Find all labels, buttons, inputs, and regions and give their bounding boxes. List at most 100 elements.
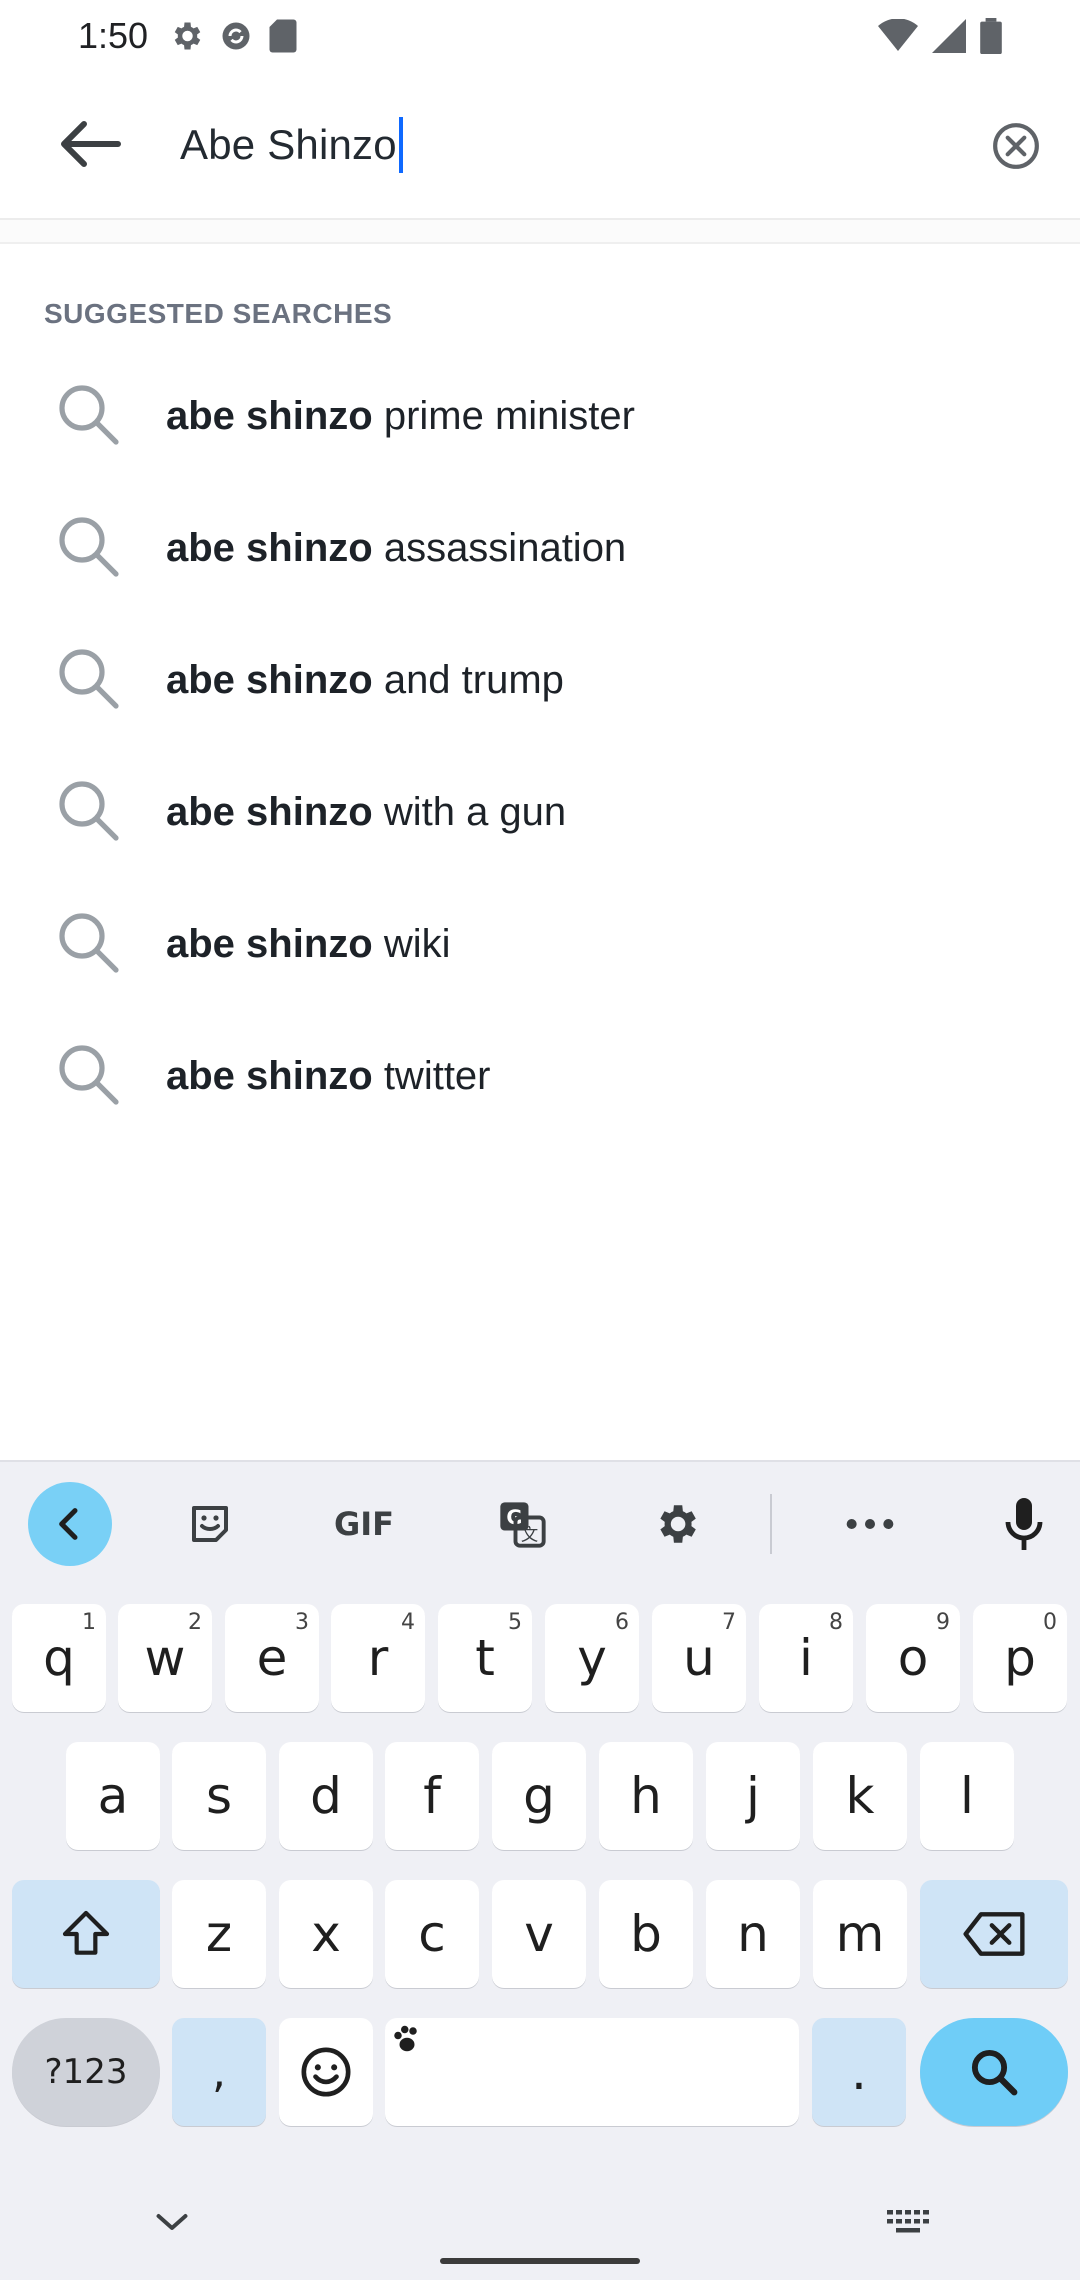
key-v[interactable]: v: [492, 1880, 586, 1988]
key-w[interactable]: w2: [118, 1604, 212, 1712]
key-l[interactable]: l: [920, 1742, 1014, 1850]
clear-circle-icon: [993, 123, 1039, 169]
key-o[interactable]: o9: [866, 1604, 960, 1712]
more-button[interactable]: [828, 1482, 912, 1566]
key-f[interactable]: f: [385, 1742, 479, 1850]
suggestion-text: abe shinzo wiki: [166, 921, 451, 966]
home-indicator[interactable]: [440, 2258, 640, 2264]
search-icon: [59, 1045, 119, 1105]
sync-icon: [222, 22, 250, 50]
nav-back-button[interactable]: [150, 2200, 194, 2244]
header-divider: [0, 220, 1080, 244]
suggestions-list: abe shinzo prime minister abe shinzo ass…: [0, 350, 1080, 1142]
keyboard-collapse-button[interactable]: [28, 1482, 112, 1566]
key-i[interactable]: i8: [759, 1604, 853, 1712]
search-icon: [59, 913, 119, 973]
keyboard-settings-button[interactable]: [634, 1482, 718, 1566]
status-time: 1:50: [78, 15, 149, 56]
gif-button[interactable]: GIF: [322, 1482, 406, 1566]
suggestion-item[interactable]: abe shinzo prime minister: [0, 350, 1080, 482]
suggestion-item[interactable]: abe shinzo twitter: [0, 1010, 1080, 1142]
comma-key[interactable]: ,: [172, 2018, 266, 2126]
status-icons-right: [878, 18, 1002, 54]
search-input[interactable]: Abe Shinzo: [180, 102, 960, 188]
keyboard-icon: [887, 2210, 929, 2233]
chevron-down-icon: [156, 2214, 188, 2230]
suggestion-text: abe shinzo and trump: [166, 657, 564, 702]
battery-icon: [980, 18, 1002, 54]
key-u[interactable]: u7: [652, 1604, 746, 1712]
gif-icon: GIF: [333, 1505, 395, 1543]
key-p[interactable]: p0: [973, 1604, 1067, 1712]
key-a[interactable]: a: [66, 1742, 160, 1850]
clear-search-button[interactable]: [984, 114, 1048, 178]
signal-icon: [932, 19, 966, 53]
sticker-icon: [192, 1506, 228, 1542]
arrow-left-icon: [61, 121, 121, 167]
toolbar-divider: [770, 1494, 772, 1554]
space-key[interactable]: [385, 2018, 799, 2126]
shift-icon: [62, 1910, 110, 1955]
key-n[interactable]: n: [706, 1880, 800, 1988]
suggestion-text: abe shinzo twitter: [166, 1053, 491, 1098]
key-k[interactable]: k: [813, 1742, 907, 1850]
key-j[interactable]: j: [706, 1742, 800, 1850]
key-c[interactable]: c: [385, 1880, 479, 1988]
search-header: Abe Shinzo: [0, 72, 1080, 220]
voice-input-button[interactable]: [982, 1482, 1066, 1566]
mic-icon: [1005, 1498, 1043, 1550]
search-icon: [59, 517, 119, 577]
sd-card-icon: [269, 19, 297, 53]
status-icons-left: [168, 18, 298, 54]
symbols-key[interactable]: ?123: [12, 2018, 160, 2126]
key-t[interactable]: t5: [438, 1604, 532, 1712]
key-b[interactable]: b: [599, 1880, 693, 1988]
svg-text:文: 文: [521, 1525, 538, 1545]
navigation-bar: [0, 2148, 1080, 2280]
settings-icon: [660, 1505, 696, 1543]
wifi-icon: [878, 19, 918, 51]
suggestion-text: abe shinzo with a gun: [166, 789, 567, 834]
back-button[interactable]: [50, 112, 130, 176]
suggested-searches-title: SUGGESTED SEARCHES: [44, 298, 393, 329]
suggestion-text: abe shinzo prime minister: [166, 393, 635, 438]
text-caret: [398, 117, 403, 173]
translate-icon: G文: [500, 1502, 546, 1548]
paw-icon: [394, 2025, 417, 2052]
search-icon: [59, 781, 119, 841]
search-icon: [971, 2049, 1018, 2096]
period-key[interactable]: .: [812, 2018, 906, 2126]
shift-key[interactable]: [12, 1880, 160, 1988]
key-d[interactable]: d: [279, 1742, 373, 1850]
key-e[interactable]: e3: [225, 1604, 319, 1712]
search-submit-key[interactable]: [920, 2018, 1068, 2126]
key-x[interactable]: x: [279, 1880, 373, 1988]
key-h[interactable]: h: [599, 1742, 693, 1850]
key-z[interactable]: z: [172, 1880, 266, 1988]
search-icon: [59, 385, 119, 445]
key-q[interactable]: q1: [12, 1604, 106, 1712]
emoji-key[interactable]: [279, 2018, 373, 2126]
key-y[interactable]: y6: [545, 1604, 639, 1712]
keyboard-switch-button[interactable]: [880, 2200, 936, 2244]
status-bar: 1:50: [0, 0, 1080, 72]
suggestion-item[interactable]: abe shinzo assassination: [0, 482, 1080, 614]
backspace-key[interactable]: [920, 1880, 1068, 1988]
chevron-left-icon: [59, 1508, 78, 1540]
keyboard-toolbar: GIF G文: [0, 1462, 1080, 1582]
search-icon: [59, 649, 119, 709]
suggestion-item[interactable]: abe shinzo and trump: [0, 614, 1080, 746]
suggestion-text: abe shinzo assassination: [166, 525, 627, 570]
more-icon: [846, 1519, 894, 1529]
backspace-icon: [963, 1912, 1025, 1956]
key-m[interactable]: m: [813, 1880, 907, 1988]
translate-button[interactable]: G文: [480, 1482, 564, 1566]
search-input-value: Abe Shinzo: [180, 121, 397, 168]
suggestion-item[interactable]: abe shinzo wiki: [0, 878, 1080, 1010]
settings-icon: [174, 22, 201, 50]
suggestion-item[interactable]: abe shinzo with a gun: [0, 746, 1080, 878]
key-r[interactable]: r4: [331, 1604, 425, 1712]
sticker-button[interactable]: [168, 1482, 252, 1566]
key-g[interactable]: g: [492, 1742, 586, 1850]
key-s[interactable]: s: [172, 1742, 266, 1850]
